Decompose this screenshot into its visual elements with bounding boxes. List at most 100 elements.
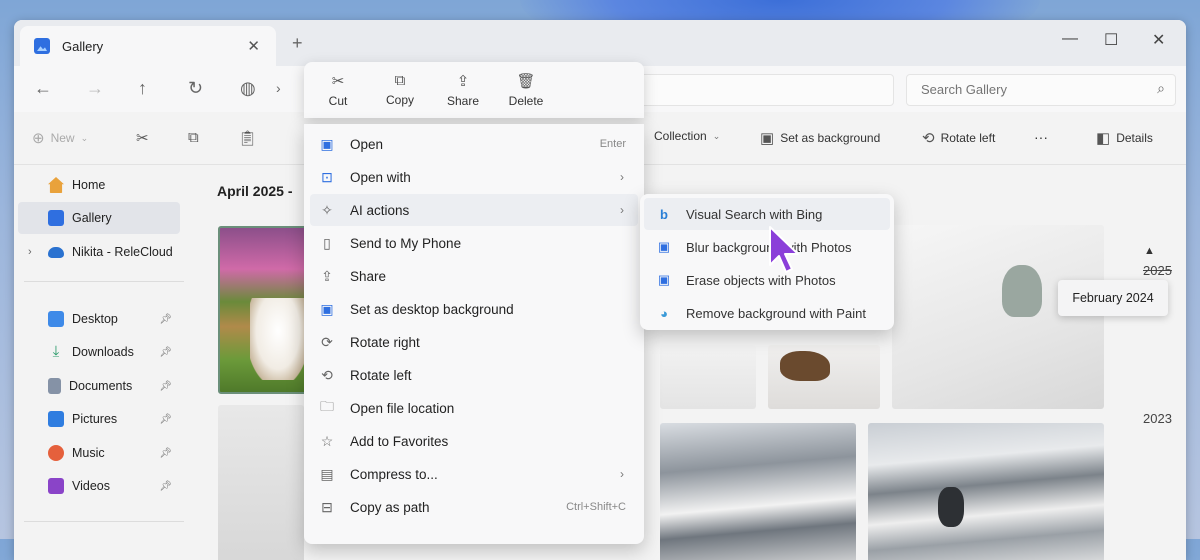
collection-label: Collection <box>654 129 707 143</box>
pin-icon[interactable]: 📌︎ <box>159 481 172 492</box>
delete-label: Delete <box>508 94 544 108</box>
menu-item-label: Rotate right <box>350 334 420 350</box>
submenu-item-visual-search[interactable]: b Visual Search with Bing <box>644 198 890 230</box>
sidebar-item-label: Pictures <box>72 412 118 426</box>
pin-icon[interactable]: 📌︎ <box>159 314 172 325</box>
cut-icon[interactable]: ✂ <box>136 129 149 147</box>
timeline-up-arrow-icon[interactable]: ▲ <box>1144 245 1155 257</box>
photo-thumbnail[interactable] <box>218 405 304 560</box>
timeline-year-2025[interactable]: 2025 <box>1143 263 1172 278</box>
pin-icon[interactable]: 📌︎ <box>159 381 172 392</box>
menu-item-set-desktop-background[interactable]: ▣ Set as desktop background <box>310 293 638 325</box>
paste-icon[interactable]: 📋︎ <box>238 129 257 147</box>
timeline-year-2023[interactable]: 2023 <box>1143 411 1172 426</box>
menu-item-send-to-phone[interactable]: ▯ Send to My Phone <box>310 227 638 259</box>
star-icon: ☆ <box>320 432 334 449</box>
close-window-button[interactable]: ✕ <box>1152 30 1165 50</box>
sidebar-item-documents[interactable]: Documents 📌︎ <box>18 370 180 402</box>
menu-item-add-to-favorites[interactable]: ☆ Add to Favorites <box>310 425 638 457</box>
kitten-figure <box>250 298 306 380</box>
sidebar-item-label: Desktop <box>72 312 118 326</box>
pictures-icon <box>48 411 64 427</box>
share-icon: ⇪ <box>456 73 470 90</box>
refresh-icon[interactable]: ↻ <box>188 78 203 99</box>
menu-item-label: Rotate left <box>350 367 412 383</box>
photo-thumbnail[interactable] <box>768 345 880 409</box>
photo-thumbnail[interactable] <box>660 345 756 409</box>
menu-item-label: Set as desktop background <box>350 301 514 317</box>
ai-actions-submenu: b Visual Search with Bing ▣ Blur backgro… <box>640 194 894 330</box>
submenu-item-label: Remove background with Paint <box>686 305 866 321</box>
sidebar-item-gallery[interactable]: Gallery <box>18 202 180 234</box>
rotate-left-button[interactable]: ⟲ Rotate left <box>922 129 995 147</box>
menu-item-open-with[interactable]: ⊡ Open with › <box>310 161 638 193</box>
delete-button[interactable]: 🗑︎ Delete <box>498 72 554 108</box>
cut-label: Cut <box>328 94 348 108</box>
gallery-path-icon[interactable]: ◍ <box>240 78 256 99</box>
share-label: Share <box>446 94 480 108</box>
new-button[interactable]: ⊕ New ⌄ <box>32 129 88 147</box>
up-arrow-icon[interactable]: ↑ <box>138 78 147 99</box>
music-icon <box>48 445 64 461</box>
share-button[interactable]: ⇪ Share <box>435 72 491 108</box>
sidebar-item-videos[interactable]: Videos 📌︎ <box>18 470 180 502</box>
navigation-pane: Home Gallery › Nikita - ReleCloud Deskto… <box>14 165 192 560</box>
photo-thumbnail[interactable] <box>868 423 1104 560</box>
pin-icon[interactable]: 📌︎ <box>159 448 172 459</box>
sidebar-item-label: Documents <box>69 379 133 393</box>
sidebar-item-pictures[interactable]: Pictures 📌︎ <box>18 403 180 435</box>
copy-label: Copy <box>385 93 414 107</box>
menu-item-copy-as-path[interactable]: ⊟ Copy as path Ctrl+Shift+C <box>310 491 638 523</box>
chevron-right-icon[interactable]: › <box>28 246 32 258</box>
sidebar-item-downloads[interactable]: ⤓ Downloads 📌︎ <box>18 336 180 368</box>
back-arrow-icon[interactable]: ← <box>34 78 52 99</box>
copy-icon[interactable]: ⧉ <box>188 129 199 146</box>
pin-icon[interactable]: 📌︎ <box>159 414 172 425</box>
copy-button[interactable]: ⧉ Copy <box>372 72 428 107</box>
cut-button[interactable]: ✂ Cut <box>310 72 366 108</box>
tab-gallery[interactable]: Gallery ✕ <box>20 26 276 66</box>
photo-thumbnail[interactable] <box>660 423 856 560</box>
submenu-item-remove-background[interactable]: ◕ Remove background with Paint <box>644 297 890 329</box>
gallery-app-icon <box>34 38 50 54</box>
submenu-item-blur-background[interactable]: ▣ Blur background with Photos <box>644 231 890 263</box>
mouse-cursor-icon <box>769 226 799 273</box>
sidebar-item-music[interactable]: Music 📌︎ <box>18 437 180 469</box>
forward-arrow-icon[interactable]: → <box>86 78 104 99</box>
sidebar-item-home[interactable]: Home <box>18 169 180 201</box>
menu-item-rotate-right[interactable]: ⟳ Rotate right <box>310 326 638 358</box>
maximize-button[interactable]: ☐ <box>1104 30 1118 50</box>
menu-item-open[interactable]: ▣ Open Enter <box>310 128 638 160</box>
path-icon: ⊟ <box>321 498 333 515</box>
photo-thumbnail-selected[interactable] <box>218 226 308 394</box>
more-options-button[interactable]: ··· <box>1034 129 1048 145</box>
bing-icon: b <box>660 206 668 222</box>
new-label: New <box>50 131 75 145</box>
chevron-right-icon[interactable]: › <box>276 80 281 96</box>
menu-item-compress-to[interactable]: ▤ Compress to... › <box>310 458 638 490</box>
pin-icon[interactable]: 📌︎ <box>159 347 172 358</box>
submenu-item-label: Erase objects with Photos <box>686 272 836 288</box>
sidebar-item-desktop[interactable]: Desktop 📌︎ <box>18 303 180 335</box>
search-input[interactable] <box>919 81 1133 98</box>
new-tab-button[interactable]: + <box>292 33 303 54</box>
submenu-item-erase-objects[interactable]: ▣ Erase objects with Photos <box>644 264 890 296</box>
menu-item-rotate-left[interactable]: ⟲ Rotate left <box>310 359 638 391</box>
menu-item-label: Compress to... <box>350 466 438 482</box>
tab-close-icon[interactable]: ✕ <box>247 37 260 55</box>
sidebar-item-relecloud[interactable]: › Nikita - ReleCloud <box>18 236 180 268</box>
rotate-left-icon: ⟲ <box>321 366 333 383</box>
open-with-icon: ⊡ <box>321 168 333 185</box>
menu-item-share[interactable]: ⇪ Share <box>310 260 638 292</box>
menu-item-shortcut: Ctrl+Shift+C <box>566 501 626 513</box>
plus-circle-icon: ⊕ <box>32 130 45 147</box>
minimize-button[interactable]: — <box>1062 30 1078 48</box>
set-background-button[interactable]: ▣ Set as background <box>760 129 880 147</box>
photo-thumbnail[interactable] <box>892 225 1104 409</box>
collection-button[interactable]: Collection ⌄ <box>654 129 720 143</box>
search-icon[interactable]: ⌕ <box>1157 80 1165 97</box>
details-button[interactable]: ◧ Details <box>1096 129 1153 147</box>
search-box[interactable]: ⌕ <box>906 74 1176 106</box>
menu-item-ai-actions[interactable]: ✧ AI actions › <box>310 194 638 226</box>
menu-item-open-file-location[interactable]: 🗀︎ Open file location <box>310 392 638 424</box>
